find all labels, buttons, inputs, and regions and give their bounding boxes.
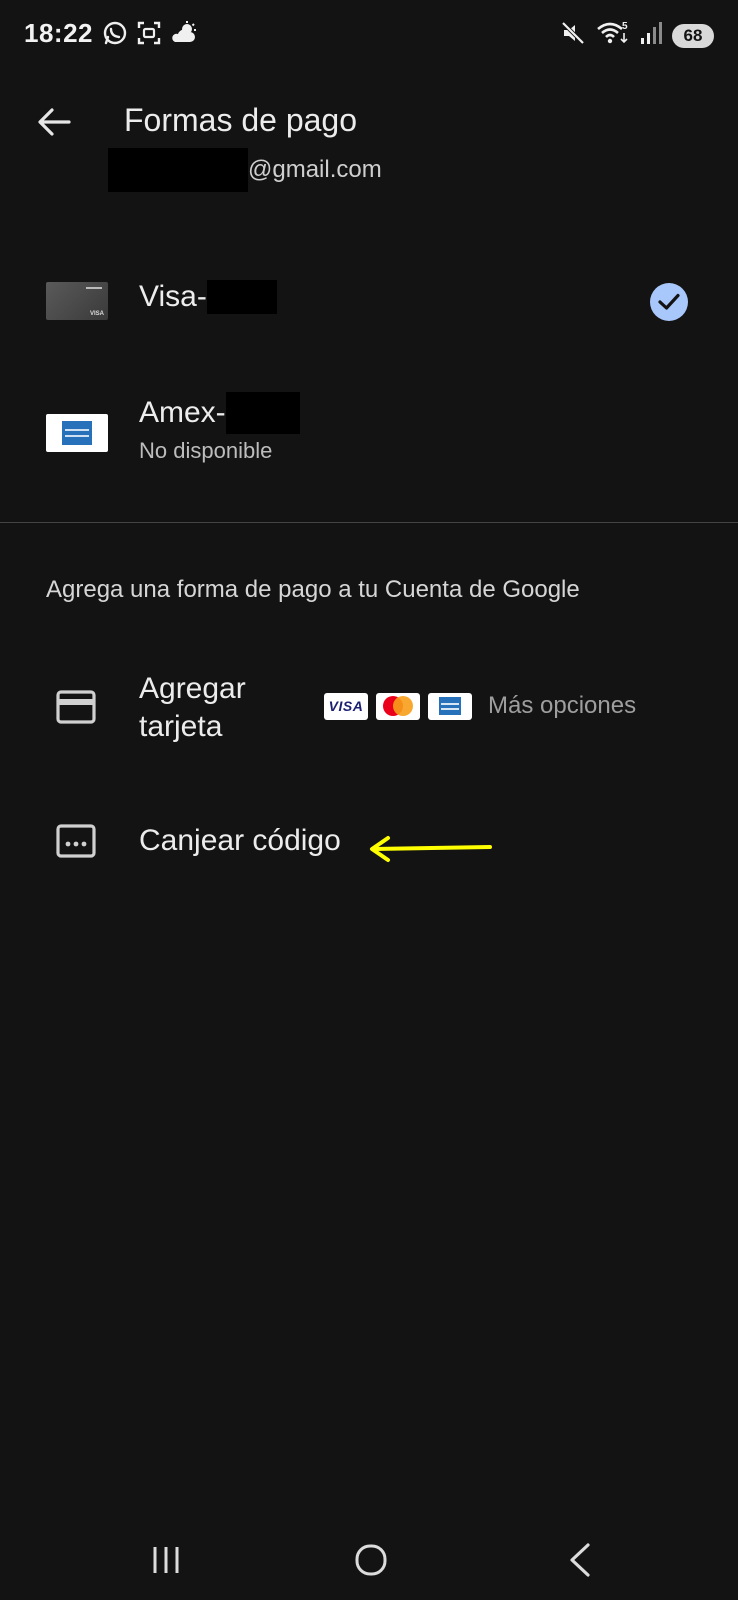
svg-text:5: 5	[622, 21, 628, 32]
amex-label-text: Amex-	[139, 396, 226, 429]
payment-method-amex[interactable]: Amex- No disponible	[0, 374, 738, 486]
payment-method-amex-status: No disponible	[139, 438, 273, 463]
payment-method-visa-label: Visa-	[139, 280, 277, 314]
signal-icon	[640, 21, 662, 50]
credit-card-icon	[56, 690, 96, 724]
redacted-card-number	[206, 280, 277, 314]
visa-card-thumbnail: VISA	[46, 282, 108, 320]
home-icon	[355, 1544, 387, 1576]
status-left-icons	[102, 20, 198, 51]
status-right-icons: 5 68	[560, 20, 714, 51]
status-bar: 18:22 5 68	[0, 0, 738, 72]
more-options-text: Más opciones	[488, 692, 637, 719]
whatsapp-icon	[102, 20, 128, 51]
visa-label-text: Visa-	[139, 280, 207, 313]
add-card-label: Agregar tarjeta	[139, 670, 246, 746]
annotation-arrow-icon	[370, 836, 492, 862]
amex-card-thumbnail	[46, 414, 108, 452]
status-time: 18:22	[24, 18, 93, 48]
back-icon	[570, 1543, 590, 1577]
recents-icon	[153, 1547, 179, 1573]
payment-methods-screen: 18:22 5 68 Formas de pago @gmail.com VIS…	[0, 0, 738, 1600]
account-email-suffix: @gmail.com	[248, 156, 382, 183]
back-button[interactable]	[32, 100, 76, 144]
recents-button[interactable]	[126, 1520, 206, 1600]
add-payment-heading: Agrega una forma de pago a tu Cuenta de …	[46, 576, 580, 603]
visa-logo-text: VISA	[328, 698, 364, 714]
account-email: @gmail.com	[108, 148, 382, 192]
screenshot-icon	[136, 20, 162, 51]
supported-card-brands: VISA Más opciones	[324, 692, 636, 720]
visa-logo-icon: VISA	[324, 692, 368, 720]
page-title: Formas de pago	[124, 102, 358, 138]
arrow-back-icon	[38, 108, 71, 136]
add-card-label-line2: tarjeta	[139, 710, 223, 743]
battery-indicator: 68	[672, 23, 714, 48]
mute-icon	[560, 20, 586, 51]
amex-logo-icon	[428, 692, 472, 720]
redeem-code-label: Canjear código	[139, 824, 341, 857]
wifi-icon: 5	[596, 20, 630, 51]
weather-icon	[170, 20, 198, 51]
mastercard-logo-icon	[376, 692, 420, 720]
system-nav-bar	[0, 1520, 738, 1600]
redacted-card-number	[225, 392, 300, 434]
payment-method-amex-label: Amex-	[139, 392, 300, 434]
nav-back-button[interactable]	[540, 1520, 620, 1600]
selected-check-icon	[650, 283, 688, 321]
redeem-code-icon	[56, 824, 96, 858]
home-button[interactable]	[331, 1520, 411, 1600]
redacted-email-user	[108, 148, 248, 192]
payment-method-visa[interactable]: VISA Visa-	[0, 250, 738, 354]
section-divider	[0, 522, 738, 523]
add-card-label-line1: Agregar	[139, 672, 246, 705]
